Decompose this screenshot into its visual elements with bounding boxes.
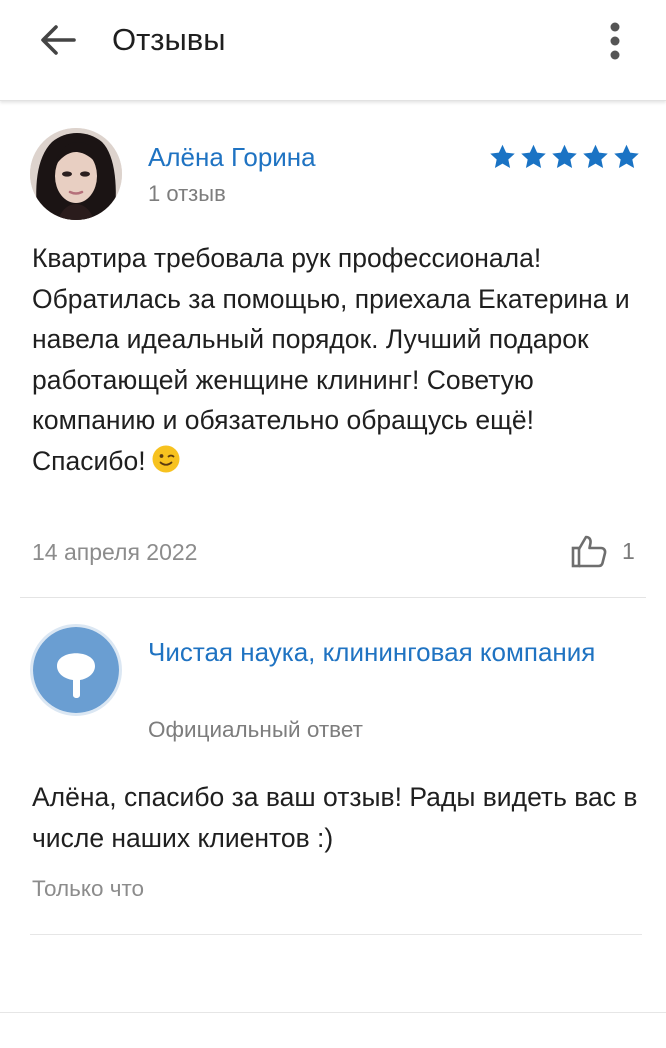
official-reply-label: Официальный ответ <box>148 717 363 742</box>
page-title: Отзывы <box>112 22 226 57</box>
star-icon <box>490 144 515 168</box>
thumbs-up-icon <box>571 535 607 568</box>
reply-text: Алёна, спасибо за ваш отзыв! Рады видеть… <box>32 782 638 853</box>
like-button[interactable]: 1 <box>570 532 635 570</box>
star-icon <box>552 144 577 168</box>
reply-time: Только что <box>32 876 145 901</box>
company-logo-icon <box>33 627 119 713</box>
review-text: Квартира требовала рук профессионала! Об… <box>32 238 652 481</box>
back-button[interactable] <box>30 16 86 64</box>
divider <box>20 597 646 598</box>
star-icon <box>583 144 608 168</box>
review-body: Квартира требовала рук профессионала! Об… <box>32 243 630 476</box>
app-bar: Отзывы <box>0 0 666 101</box>
divider <box>0 1012 666 1013</box>
like-count: 1 <box>622 538 635 564</box>
company-name[interactable]: Чистая наука, клининговая компания <box>148 633 618 671</box>
rating-stars <box>488 140 643 174</box>
star-icon <box>614 144 639 168</box>
more-options-button[interactable] <box>596 14 634 68</box>
divider <box>30 934 642 935</box>
reviewer-name[interactable]: Алёна Горина <box>148 140 316 174</box>
reviewer-review-count: 1 отзыв <box>148 181 226 206</box>
winking-face-icon <box>152 445 180 472</box>
arrow-left-icon <box>41 25 76 55</box>
star-icon <box>521 144 546 168</box>
review-date: 14 апреля 2022 <box>32 539 198 565</box>
more-vertical-icon <box>610 22 620 60</box>
company-avatar[interactable] <box>30 624 122 716</box>
reviewer-avatar[interactable] <box>30 128 122 220</box>
